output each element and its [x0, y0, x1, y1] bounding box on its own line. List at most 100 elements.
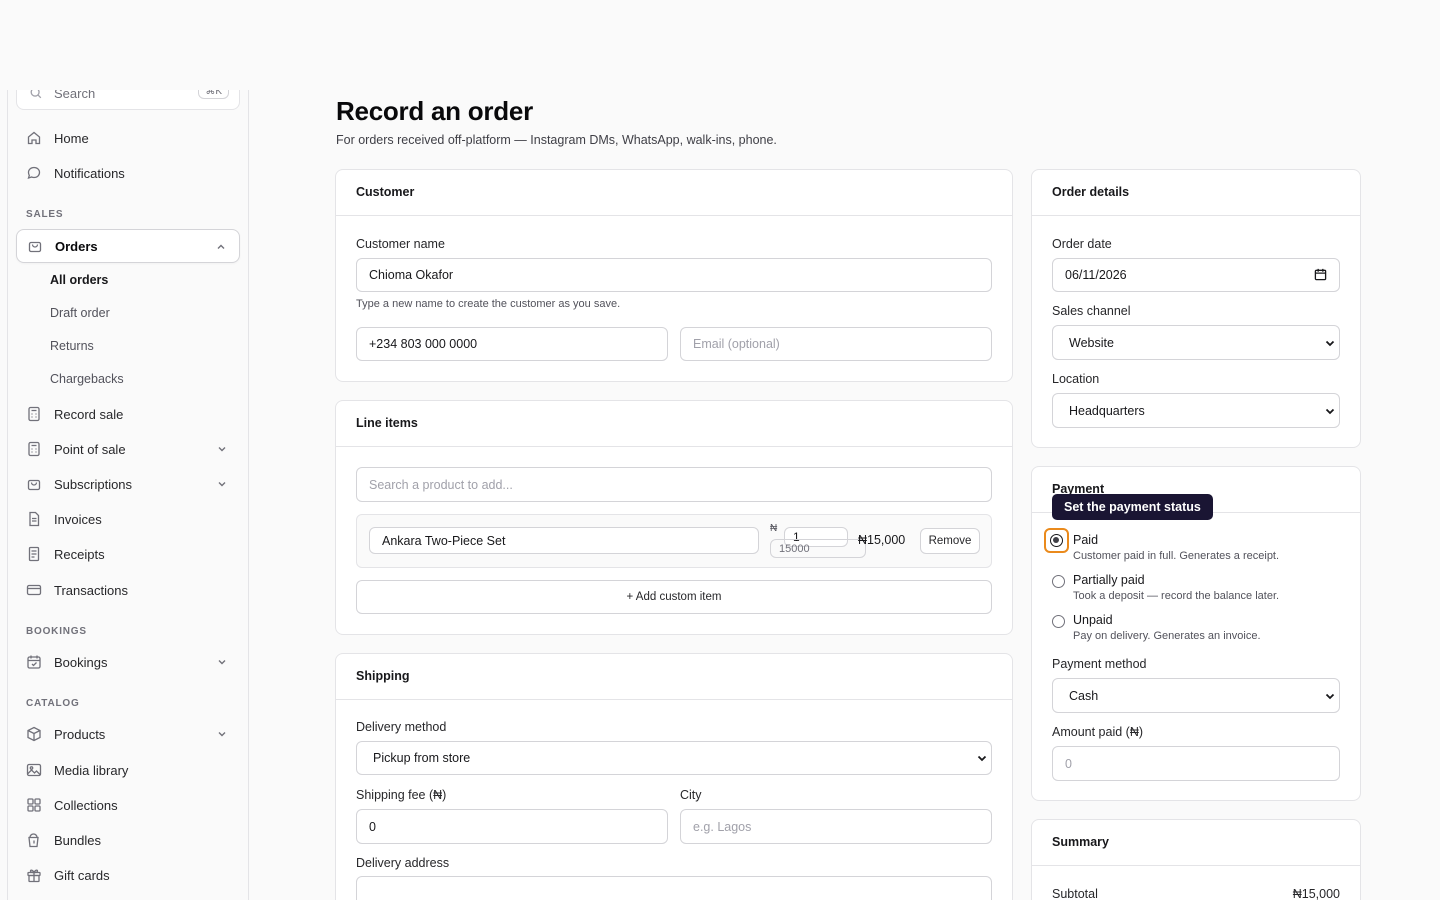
- currency-symbol: ₦: [770, 523, 778, 534]
- line-item-row: ₦ ₦15,000 Remove: [356, 514, 992, 568]
- sidebar-item-bundles[interactable]: Bundles: [16, 823, 240, 857]
- section-label-sales: SALES: [26, 209, 64, 220]
- grid-icon: [27, 798, 41, 812]
- search-icon: [30, 90, 42, 99]
- sidebar-item-label: Media library: [54, 762, 129, 778]
- sidebar-item-label: Bundles: [54, 832, 101, 848]
- subtotal-label: Subtotal: [1052, 887, 1098, 900]
- order-details-heading: Order details: [1032, 170, 1360, 216]
- payment-status-tooltip: Set the payment status: [1052, 494, 1213, 520]
- customer-name-input[interactable]: [356, 258, 992, 292]
- sidebar-item-media-library[interactable]: Media library: [16, 753, 240, 787]
- payment-option-title: Unpaid: [1073, 613, 1113, 627]
- chevron-up-icon: [217, 244, 225, 249]
- payment-card: Payment Set the payment status Paid Cust…: [1031, 466, 1361, 801]
- shopping-bag-icon: [27, 479, 41, 491]
- payment-status-unpaid-radio[interactable]: [1052, 615, 1065, 628]
- shipping-fee-input[interactable]: [356, 809, 668, 844]
- search-shortcut: ⌘K: [198, 90, 229, 99]
- payment-option-desc: Took a deposit — record the balance late…: [1073, 590, 1280, 602]
- sidebar-item-home[interactable]: Home: [16, 121, 240, 155]
- section-label-catalog: CATALOG: [26, 698, 80, 709]
- sales-channel-label: Sales channel: [1052, 304, 1131, 318]
- summary-heading: Summary: [1032, 820, 1360, 866]
- gift-icon: [27, 869, 41, 883]
- payment-method-select[interactable]: Cash: [1052, 678, 1340, 713]
- sidebar-item-label: Record sale: [54, 406, 124, 422]
- delivery-address-input[interactable]: [356, 876, 992, 900]
- amount-paid-input[interactable]: [1052, 746, 1340, 781]
- payment-option-title: Paid: [1073, 533, 1099, 547]
- section-label-bookings: BOOKINGS: [26, 626, 87, 637]
- line-items-heading: Line items: [336, 401, 1012, 447]
- home-icon: [27, 131, 41, 145]
- line-item-total: ₦15,000: [858, 533, 906, 547]
- receipt-icon: [28, 546, 40, 562]
- sidebar-item-gift-cards[interactable]: Gift cards: [16, 858, 240, 892]
- product-search-input[interactable]: [356, 467, 992, 502]
- sidebar-item-products[interactable]: Products: [16, 717, 240, 751]
- delivery-method-label: Delivery method: [356, 720, 447, 734]
- location-label: Location: [1052, 372, 1100, 386]
- shipping-card: Shipping Delivery method Pickup from sto…: [335, 653, 1013, 900]
- sales-channel-select[interactable]: Website: [1052, 325, 1340, 360]
- bundle-icon: [28, 833, 39, 848]
- sidebar-item-invoices[interactable]: Invoices: [16, 502, 240, 536]
- sidebar-item-label: Products: [54, 726, 106, 742]
- calendar-icon: [27, 655, 41, 669]
- subtotal-value: ₦15,000: [1292, 887, 1340, 900]
- sidebar-item-point-of-sale[interactable]: Point of sale: [16, 432, 240, 466]
- search-placeholder: Search: [54, 90, 96, 101]
- payment-status-paid-radio[interactable]: [1050, 534, 1063, 547]
- customer-card: Customer Customer name Type a new name t…: [335, 169, 1013, 382]
- sidebar-item-collections[interactable]: Collections: [16, 788, 240, 822]
- page-title: Record an order: [336, 96, 533, 126]
- customer-phone-input[interactable]: [356, 327, 668, 361]
- customer-email-input[interactable]: [680, 327, 992, 361]
- sidebar-item-label: Notifications: [54, 165, 125, 181]
- sidebar-search[interactable]: Search ⌘K: [16, 90, 240, 110]
- sidebar-item-transactions[interactable]: Transactions: [16, 573, 240, 607]
- chevron-down-icon: [218, 447, 226, 452]
- sidebar-item-subscriptions[interactable]: Subscriptions: [16, 467, 240, 501]
- calendar-icon[interactable]: [1314, 268, 1327, 281]
- line-item-name-input[interactable]: [369, 527, 759, 554]
- add-custom-item-button[interactable]: + Add custom item: [356, 580, 992, 614]
- sidebar-subitem-draft-order[interactable]: Draft order: [50, 306, 110, 320]
- remove-line-item-button[interactable]: Remove: [920, 528, 980, 554]
- sidebar-item-bookings[interactable]: Bookings: [16, 645, 240, 679]
- payment-status-partial-radio[interactable]: [1052, 575, 1065, 588]
- order-date-label: Order date: [1052, 237, 1112, 251]
- city-label: City: [680, 788, 702, 802]
- sidebar-item-notifications[interactable]: Notifications: [16, 156, 240, 190]
- customer-name-hint: Type a new name to create the customer a…: [356, 298, 621, 310]
- customer-name-label: Customer name: [356, 237, 445, 251]
- delivery-method-select[interactable]: Pickup from store: [356, 741, 992, 775]
- line-item-price-input[interactable]: [770, 539, 866, 558]
- sidebar-item-label: Home: [54, 130, 89, 146]
- payment-option-desc: Pay on delivery. Generates an invoice.: [1073, 630, 1261, 642]
- location-select[interactable]: Headquarters: [1052, 393, 1340, 428]
- shipping-fee-label: Shipping fee (₦): [356, 788, 447, 802]
- amount-paid-label: Amount paid (₦): [1052, 725, 1144, 739]
- calculator-icon: [28, 441, 40, 457]
- payment-option-desc: Customer paid in full. Generates a recei…: [1073, 550, 1280, 562]
- city-input[interactable]: [680, 809, 992, 844]
- sidebar-item-orders[interactable]: Orders: [16, 229, 240, 263]
- sidebar-item-label: Invoices: [54, 511, 102, 527]
- payment-option-title: Partially paid: [1073, 573, 1145, 587]
- order-date-input[interactable]: [1052, 258, 1340, 292]
- sidebar: Search ⌘K Home Notifications SALES Order…: [7, 90, 249, 900]
- chevron-down-icon: [218, 660, 226, 665]
- sidebar-item-label: Subscriptions: [54, 476, 133, 492]
- summary-card: Summary Subtotal ₦15,000: [1031, 819, 1361, 900]
- sidebar-item-label: Point of sale: [54, 441, 126, 457]
- sidebar-item-receipts[interactable]: Receipts: [16, 537, 240, 571]
- chat-bubble-icon: [27, 166, 41, 180]
- sidebar-item-label: Transactions: [54, 582, 128, 598]
- sidebar-subitem-chargebacks[interactable]: Chargebacks: [50, 372, 124, 386]
- delivery-address-label: Delivery address: [356, 856, 450, 870]
- sidebar-item-record-sale[interactable]: Record sale: [16, 397, 240, 431]
- sidebar-subitem-returns[interactable]: Returns: [50, 339, 94, 353]
- sidebar-subitem-all-orders[interactable]: All orders: [50, 273, 108, 287]
